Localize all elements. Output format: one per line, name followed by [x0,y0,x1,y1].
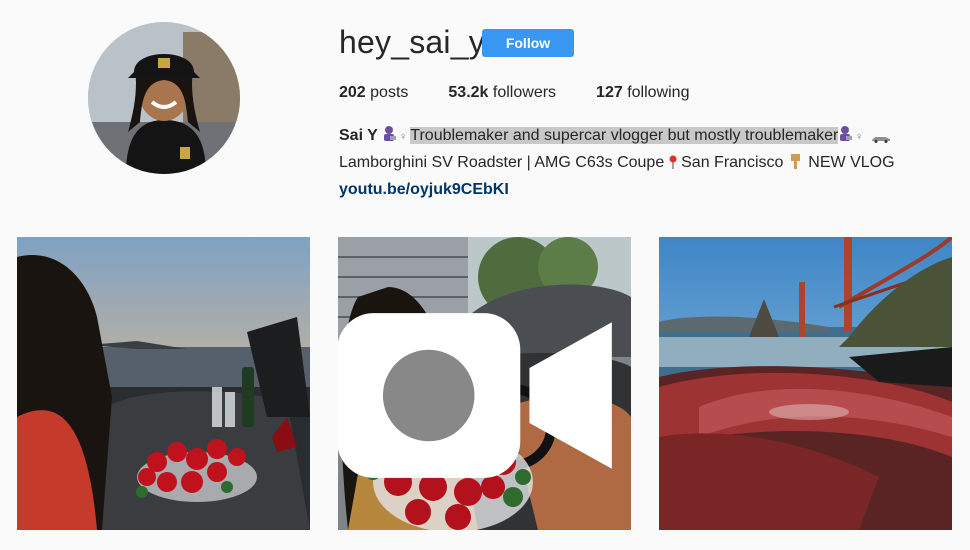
race-car-icon [871,127,891,151]
profile-stats: 202 posts 53.2k followers 127 following [339,84,729,102]
following-label: following [627,84,690,101]
bio-line-1: Sai Y ♀ Troublemaker and supercar vlogge… [339,124,939,151]
svg-text:♀: ♀ [855,131,863,143]
followers-count: 53.2k [448,84,489,101]
bio-line-2: Lamborghini SV Roadster | AMG C63s Coupe… [339,151,939,178]
sunset-convertible-photo [17,237,310,530]
posts-count: 202 [339,84,366,101]
bio-link[interactable]: youtu.be/oyjuk9CEbKI [339,181,509,198]
post-thumbnail[interactable] [659,237,952,530]
golden-gate-car-photo [659,237,952,530]
profile-bio: Sai Y ♀ Troublemaker and supercar vlogge… [339,124,939,202]
bio-new-vlog: NEW VLOG [808,154,895,171]
posts-label: posts [370,84,409,101]
bio-location: San Francisco [681,154,784,171]
bio-name: Sai Y [339,127,378,144]
profile-username: hey_sai_y [339,24,485,60]
post-grid [17,237,952,530]
profile-avatar[interactable] [88,22,240,174]
video-camera-icon [338,313,612,478]
bio-tagline: Troublemaker and supercar vlogger but mo… [410,127,839,144]
svg-text:♀: ♀ [399,131,407,143]
post-thumbnail[interactable] [17,237,310,530]
following-count: 127 [596,84,623,101]
woman-technologist-icon: ♀ [382,125,410,151]
followers-label: followers [492,84,557,101]
following-stat[interactable]: 127 following [596,84,689,102]
follow-button[interactable]: Follow [482,29,574,57]
round-pushpin-icon [669,153,677,169]
followers-stat[interactable]: 53.2k followers [448,84,556,102]
post-thumbnail[interactable] [338,237,631,530]
bio-cars: Lamborghini SV Roadster | AMG C63s Coupe [339,154,665,171]
avatar-photo [88,22,240,174]
pointing-down-hand-icon [788,152,804,178]
woman-technologist-icon: ♀ [838,125,866,151]
posts-stat: 202 posts [339,84,408,102]
